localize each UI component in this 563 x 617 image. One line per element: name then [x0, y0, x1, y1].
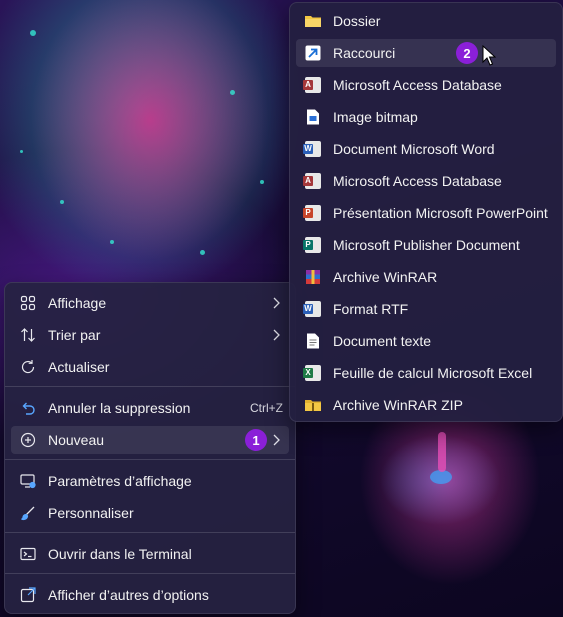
- new-plus-icon: [19, 431, 37, 449]
- menu-item-parametres-affichage[interactable]: Paramètres d’affichage: [11, 467, 289, 495]
- submenu-item-text-document[interactable]: Document texte: [296, 327, 556, 355]
- submenu-item-access-database-2[interactable]: A Microsoft Access Database: [296, 167, 556, 195]
- submenu-item-label: Feuille de calcul Microsoft Excel: [333, 365, 533, 381]
- menu-item-label: Trier par: [48, 327, 101, 343]
- display-settings-icon: [19, 472, 37, 490]
- winrar-icon: [304, 268, 322, 286]
- submenu-item-label: Format RTF: [333, 301, 409, 317]
- submenu-item-label: Archive WinRAR: [333, 269, 438, 285]
- submenu-item-label: Image bitmap: [333, 109, 418, 125]
- access-icon: A: [303, 172, 322, 190]
- submenu-item-label: Document texte: [333, 333, 432, 349]
- submenu-item-label: Microsoft Access Database: [333, 77, 502, 93]
- bitmap-icon: [304, 108, 322, 126]
- menu-item-label: Actualiser: [48, 359, 110, 375]
- step-badge: 1: [245, 429, 267, 451]
- word-icon: W: [303, 140, 322, 158]
- powerpoint-icon: P: [303, 204, 322, 222]
- menu-item-label: Affichage: [48, 295, 107, 311]
- menu-item-autres-options[interactable]: Afficher d’autres d’options: [11, 581, 289, 609]
- access-icon: A: [303, 76, 322, 94]
- menu-item-trier-par[interactable]: Trier par: [11, 321, 289, 349]
- menu-item-label: Annuler la suppression: [48, 400, 191, 416]
- menu-item-label: Afficher d’autres d’options: [48, 587, 209, 603]
- desktop-context-menu: Affichage Trier par Actualiser Annuler l…: [4, 282, 296, 614]
- submenu-item-powerpoint[interactable]: P Présentation Microsoft PowerPoint: [296, 199, 556, 227]
- more-options-icon: [19, 586, 37, 604]
- mouse-cursor-icon: [482, 44, 497, 70]
- terminal-icon: [19, 545, 37, 563]
- shortcut-icon: [304, 44, 322, 62]
- winrar-zip-icon: [304, 396, 322, 414]
- submenu-item-access-database[interactable]: A Microsoft Access Database: [296, 71, 556, 99]
- new-submenu: Dossier Raccourci 2 A Microsoft Access D…: [289, 2, 563, 422]
- menu-separator: [5, 386, 295, 387]
- submenu-item-winrar-zip[interactable]: Archive WinRAR ZIP: [296, 391, 556, 419]
- menu-item-nouveau[interactable]: Nouveau 1: [11, 426, 289, 454]
- submenu-item-excel[interactable]: X Feuille de calcul Microsoft Excel: [296, 359, 556, 387]
- submenu-item-dossier[interactable]: Dossier: [296, 7, 556, 35]
- submenu-item-winrar[interactable]: Archive WinRAR: [296, 263, 556, 291]
- menu-separator: [5, 532, 295, 533]
- excel-icon: X: [303, 364, 322, 382]
- submenu-item-image-bitmap[interactable]: Image bitmap: [296, 103, 556, 131]
- shortcut-label: Ctrl+Z: [250, 401, 283, 415]
- submenu-item-label: Microsoft Publisher Document: [333, 237, 520, 253]
- publisher-icon: P: [303, 236, 322, 254]
- menu-item-label: Personnaliser: [48, 505, 134, 521]
- rtf-icon: W: [303, 300, 322, 318]
- menu-item-actualiser[interactable]: Actualiser: [11, 353, 289, 381]
- menu-separator: [5, 459, 295, 460]
- chevron-right-icon: [271, 328, 281, 345]
- chevron-right-icon: [271, 433, 281, 450]
- submenu-item-label: Présentation Microsoft PowerPoint: [333, 205, 548, 221]
- refresh-icon: [19, 358, 37, 376]
- text-document-icon: [304, 332, 322, 350]
- menu-item-annuler-suppression[interactable]: Annuler la suppression Ctrl+Z: [11, 394, 289, 422]
- submenu-item-label: Raccourci: [333, 45, 396, 61]
- menu-item-label: Nouveau: [48, 432, 105, 448]
- submenu-item-raccourci[interactable]: Raccourci 2: [296, 39, 556, 67]
- menu-item-label: Ouvrir dans le Terminal: [48, 546, 192, 562]
- undo-icon: [19, 399, 37, 417]
- menu-separator: [5, 573, 295, 574]
- grid-view-icon: [19, 294, 37, 312]
- sort-icon: [19, 326, 37, 344]
- menu-item-affichage[interactable]: Affichage: [11, 289, 289, 317]
- submenu-item-publisher[interactable]: P Microsoft Publisher Document: [296, 231, 556, 259]
- brush-icon: [19, 504, 37, 522]
- submenu-item-word-document[interactable]: W Document Microsoft Word: [296, 135, 556, 163]
- folder-icon: [304, 12, 322, 30]
- submenu-item-label: Dossier: [333, 13, 381, 29]
- step-badge: 2: [456, 42, 478, 64]
- submenu-item-label: Document Microsoft Word: [333, 141, 495, 157]
- submenu-item-label: Archive WinRAR ZIP: [333, 397, 463, 413]
- menu-item-label: Paramètres d’affichage: [48, 473, 192, 489]
- menu-item-ouvrir-terminal[interactable]: Ouvrir dans le Terminal: [11, 540, 289, 568]
- menu-item-personnaliser[interactable]: Personnaliser: [11, 499, 289, 527]
- submenu-item-label: Microsoft Access Database: [333, 173, 502, 189]
- chevron-right-icon: [271, 296, 281, 313]
- submenu-item-rtf[interactable]: W Format RTF: [296, 295, 556, 323]
